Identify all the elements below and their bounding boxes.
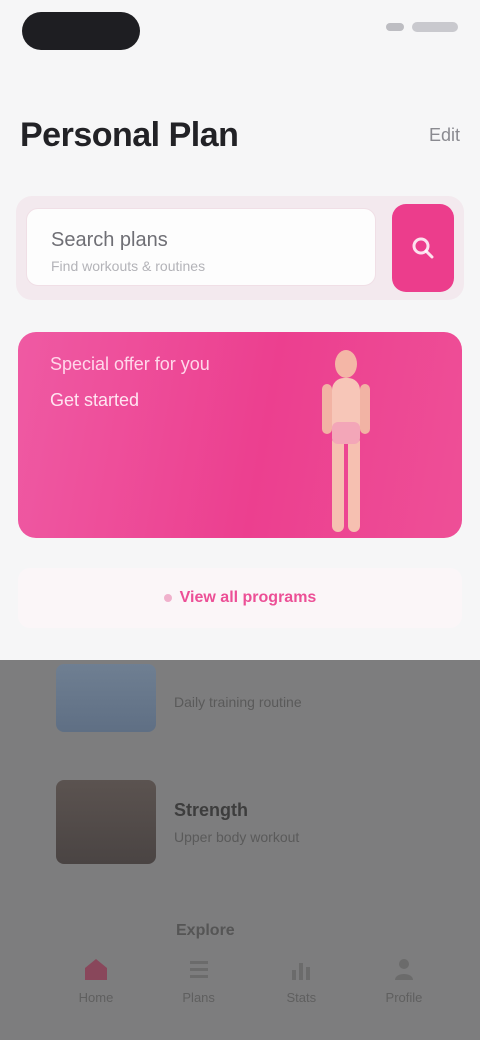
app-screen: Personal Plan Edit Search plans Find wor… (0, 0, 480, 1040)
thumbnail-image (56, 664, 156, 732)
nav-label: Home (78, 990, 114, 1005)
nav-label: Profile (385, 990, 423, 1005)
promo-headline: Special offer for you (50, 354, 210, 374)
nav-items: Home Plans Stats Profile (60, 954, 440, 1005)
chart-icon (292, 963, 311, 980)
battery-icon (412, 22, 458, 32)
nav-item-stats[interactable]: Stats (265, 954, 337, 1005)
edit-button[interactable]: Edit (429, 125, 460, 146)
view-all-label: View all programs (179, 589, 317, 606)
nav-item-profile[interactable]: Profile (368, 954, 440, 1005)
promo-cta: Get started (50, 390, 140, 410)
search-subtitle: Find workouts & routines (51, 258, 206, 274)
list-item-title: Strength (174, 799, 248, 820)
page-title: Personal Plan (20, 115, 239, 154)
list-item[interactable]: Strength Upper body workout (56, 780, 460, 864)
nav-label: Stats (286, 990, 317, 1005)
search-input[interactable]: Search plans Find workouts & routines (26, 208, 376, 286)
nav-heading: Explore (176, 922, 235, 939)
list-item[interactable]: Daily training routine (56, 664, 460, 732)
list-item-subtitle: Upper body workout (174, 828, 300, 845)
status-indicators (386, 22, 458, 32)
list-item-text: Daily training routine (174, 686, 302, 710)
signal-icon (386, 23, 404, 31)
nav-label: Plans (182, 990, 215, 1005)
bullet-icon (163, 594, 172, 602)
view-all-link[interactable]: View all programs (18, 568, 462, 628)
thumbnail-image (56, 780, 156, 864)
search-icon (412, 237, 434, 259)
user-icon (394, 959, 413, 980)
nav-item-home[interactable]: Home (60, 954, 132, 1005)
nav-item-plans[interactable]: Plans (163, 954, 235, 1005)
search-title: Search plans (51, 229, 168, 251)
list-item-subtitle: Daily training routine (174, 694, 302, 710)
dynamic-island (22, 12, 140, 50)
page-header: Personal Plan Edit (20, 110, 460, 160)
status-bar (0, 0, 480, 64)
search-card: Search plans Find workouts & routines (16, 196, 464, 300)
bottom-nav: Explore Home Plans Stats Profile (0, 910, 480, 1020)
list-item-text: Strength Upper body workout (174, 800, 299, 845)
home-icon (85, 959, 107, 980)
promo-banner[interactable]: Special offer for you Get started (18, 332, 462, 538)
search-button[interactable] (392, 204, 454, 292)
athlete-illustration-icon (322, 350, 370, 532)
list-icon (189, 961, 208, 978)
